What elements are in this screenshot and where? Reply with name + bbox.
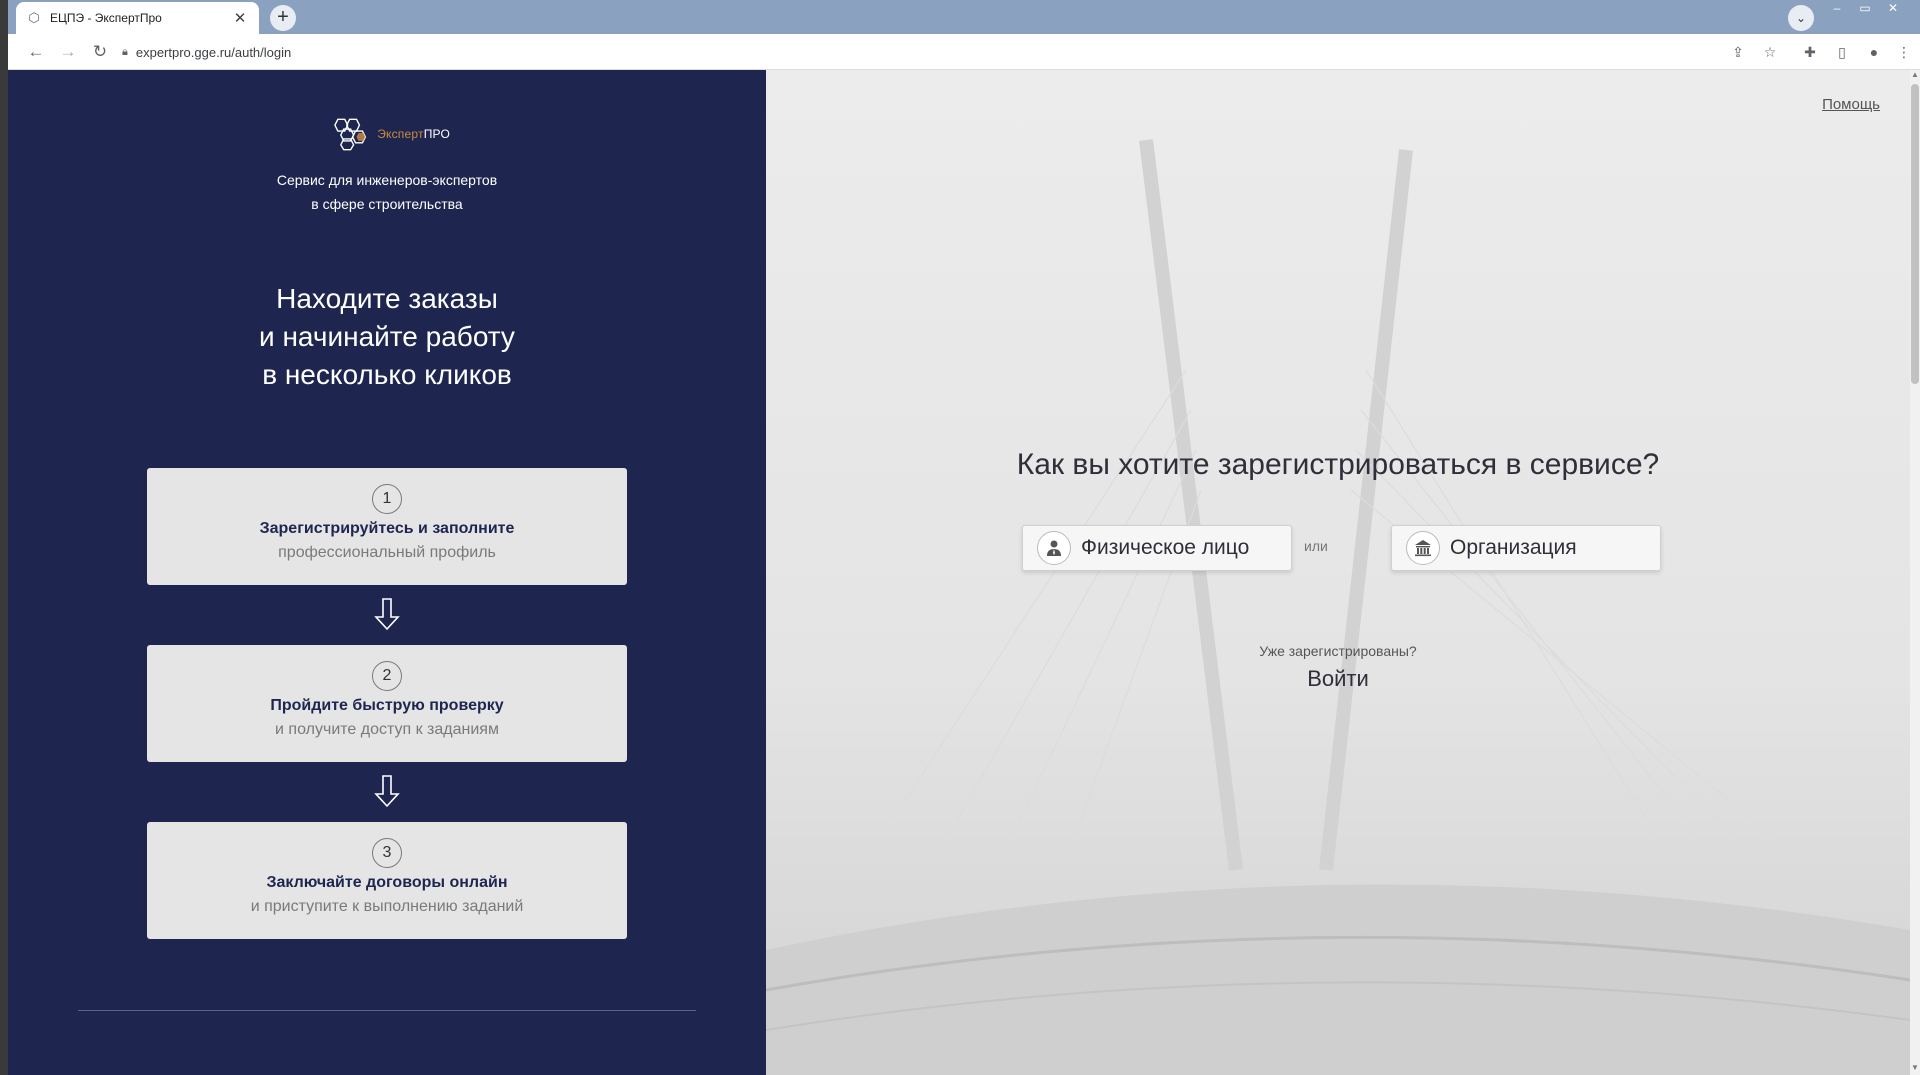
tab-search-chevron-icon[interactable]: ⌄ <box>1788 5 1814 31</box>
browser-tab-active[interactable]: ⬡ ЕЦПЭ - ЭкспертПро ✕ <box>16 2 259 34</box>
logo-text: ЭкспертПРО <box>377 127 450 141</box>
page-content: ЭкспертПРО Сервис для инженеров-эксперто… <box>8 70 1920 1075</box>
left-info-panel: ЭкспертПРО Сервис для инженеров-эксперто… <box>8 70 766 1075</box>
person-icon <box>1037 531 1071 565</box>
maximize-window-icon[interactable]: ▭ <box>1852 0 1878 18</box>
registration-panel: Помощь Как вы хотите зарегистрироваться … <box>766 70 1910 1075</box>
close-window-icon[interactable]: ✕ <box>1880 0 1906 18</box>
headline-line-1: Находите заказы <box>276 283 498 314</box>
scroll-down-icon[interactable]: ▼ <box>1910 1063 1920 1075</box>
browser-toolbar: ← → ↻ 🔒︎ expertpro.gge.ru/auth/login ⇪ ☆… <box>8 34 1920 70</box>
down-arrow-icon <box>374 775 400 808</box>
desktop-edge <box>0 0 8 1075</box>
service-tagline: Сервис для инженеров-экспертов в сфере с… <box>8 168 766 216</box>
forward-arrow-icon[interactable]: → <box>56 40 80 64</box>
headline-line-2: и начинайте работу <box>259 321 515 352</box>
new-tab-button[interactable]: + <box>270 5 296 31</box>
step-subtitle: и приступите к выполнению заданий <box>250 898 524 915</box>
registration-question: Как вы хотите зарегистрироваться в серви… <box>1016 448 1660 481</box>
site-favicon-icon: ⬡ <box>28 10 40 25</box>
step-title: Зарегистрируйтесь и заполните <box>259 520 515 537</box>
back-arrow-icon[interactable]: ← <box>24 40 48 64</box>
logo-hexagons-icon <box>334 118 367 151</box>
scrollbar-thumb[interactable] <box>1911 84 1919 384</box>
bank-building-icon <box>1406 531 1440 565</box>
step-card-3: 3 Заключайте договоры онлайн и приступит… <box>147 822 627 939</box>
expertpro-logo[interactable]: ЭкспертПРО <box>330 116 450 152</box>
organization-label: Организация <box>1450 536 1577 559</box>
headline-line-3: в несколько кликов <box>262 359 512 390</box>
step-title: Пройдите быструю проверку <box>270 697 504 714</box>
step-number-badge: 3 <box>372 838 402 868</box>
address-bar[interactable]: 🔒︎ expertpro.gge.ru/auth/login <box>122 39 1602 65</box>
reload-icon[interactable]: ↻ <box>88 40 112 64</box>
down-arrow-icon <box>374 598 400 631</box>
share-icon[interactable]: ⇪ <box>1726 40 1750 64</box>
address-url: expertpro.gge.ru/auth/login <box>135 44 292 60</box>
step-number-badge: 2 <box>372 661 402 691</box>
left-panel-divider <box>78 1010 696 1011</box>
help-link[interactable]: Помощь <box>1822 96 1880 113</box>
step-card-2: 2 Пройдите быструю проверку и получите д… <box>147 645 627 762</box>
tab-title: ЕЦПЭ - ЭкспертПро <box>50 11 162 25</box>
step-subtitle: профессиональный профиль <box>278 544 496 561</box>
minimize-window-icon[interactable]: – <box>1824 0 1850 18</box>
step-number-badge: 1 <box>372 484 402 514</box>
side-panel-icon[interactable]: ▯ <box>1830 40 1854 64</box>
browser-window: ⬡ ЕЦПЭ - ЭкспертПро ✕ + ⌄ – ▭ ✕ ← → ↻ 🔒︎… <box>8 0 1920 1075</box>
step-title: Заключайте договоры онлайн <box>266 874 508 891</box>
scroll-up-icon[interactable]: ▲ <box>1910 70 1920 82</box>
or-separator: или <box>1304 538 1328 554</box>
profile-avatar-icon[interactable]: ● <box>1862 40 1886 64</box>
tagline-line-1: Сервис для инженеров-экспертов <box>276 172 498 188</box>
step-subtitle: и получите доступ к заданиям <box>275 721 499 738</box>
login-link[interactable]: Войти <box>766 666 1910 692</box>
lock-icon: 🔒︎ <box>122 45 128 58</box>
page-scrollbar[interactable]: ▲ ▼ <box>1910 70 1920 1075</box>
tagline-line-2: в сфере строительства <box>311 196 463 212</box>
register-individual-button[interactable]: Физическое лицо <box>1022 525 1292 571</box>
tab-strip: ⬡ ЕЦПЭ - ЭкспертПро ✕ + ⌄ – ▭ ✕ <box>8 0 1920 34</box>
register-organization-button[interactable]: Организация <box>1391 525 1661 571</box>
logo-text-main: Эксперт <box>377 127 424 141</box>
browser-menu-icon[interactable]: ⋮ <box>1892 40 1916 64</box>
already-registered-text: Уже зарегистрированы? <box>1259 643 1417 659</box>
bridge-background-image <box>766 70 1910 1075</box>
logo-text-accent: ПРО <box>423 127 450 141</box>
extensions-puzzle-icon[interactable]: ✚ <box>1798 40 1822 64</box>
step-card-1: 1 Зарегистрируйтесь и заполните професси… <box>147 468 627 585</box>
bookmark-star-icon[interactable]: ☆ <box>1758 40 1782 64</box>
tab-close-icon[interactable]: ✕ <box>231 9 249 27</box>
promo-headline: Находите заказы и начинайте работу в нес… <box>8 280 766 394</box>
individual-label: Физическое лицо <box>1081 536 1250 559</box>
